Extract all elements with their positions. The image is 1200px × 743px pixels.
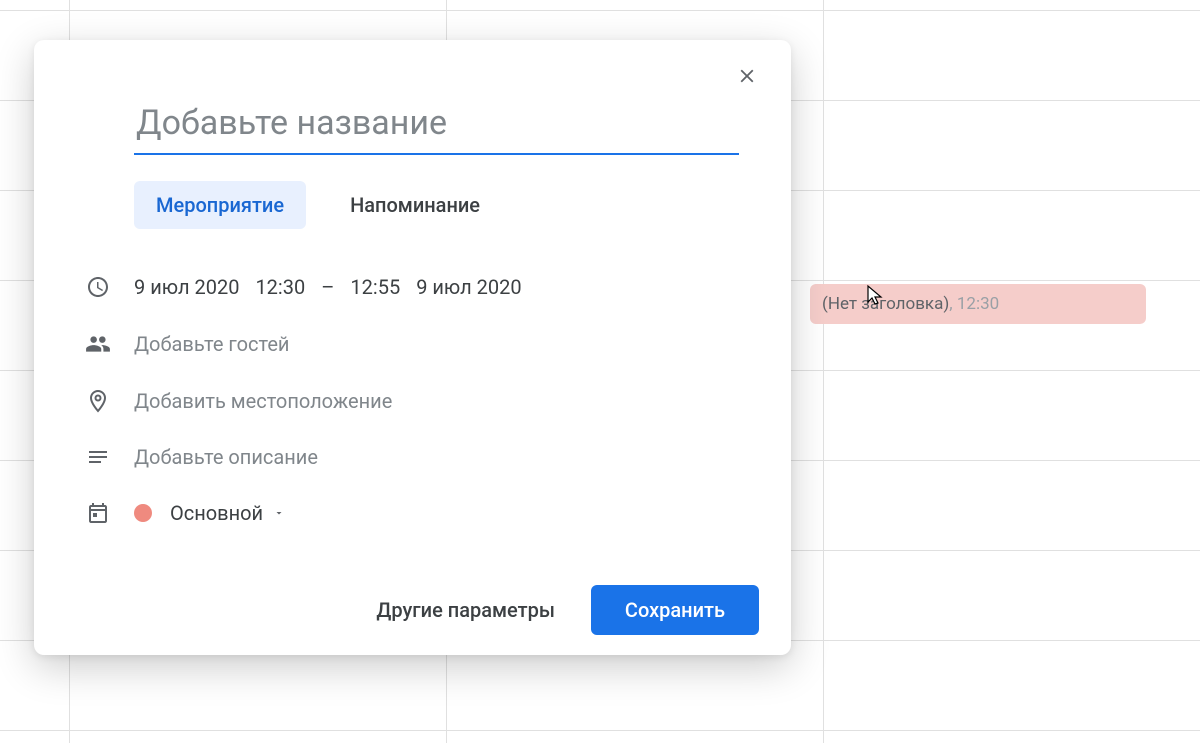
title-input[interactable] xyxy=(134,102,739,155)
calendar-event-block[interactable]: (Нет заголовка), 12:30 xyxy=(810,284,1146,324)
start-time[interactable]: 12:30 xyxy=(255,275,305,299)
close-button[interactable] xyxy=(733,62,761,90)
location-icon xyxy=(74,389,122,413)
end-time[interactable]: 12:55 xyxy=(350,275,400,299)
people-icon xyxy=(74,331,122,357)
more-options-button[interactable]: Другие параметры xyxy=(362,588,569,632)
close-icon xyxy=(736,65,758,87)
location-placeholder: Добавить местоположение xyxy=(134,389,392,413)
calendar-color-dot xyxy=(134,504,152,522)
description-row[interactable]: Добавьте описание xyxy=(74,445,759,469)
calendar-name: Основной xyxy=(170,501,263,525)
event-time: 12:30 xyxy=(957,294,999,314)
event-create-modal: Мероприятие Напоминание 9 июл 2020 12:30… xyxy=(34,40,791,655)
end-date[interactable]: 9 июл 2020 xyxy=(416,275,521,299)
guests-placeholder: Добавьте гостей xyxy=(134,332,289,356)
start-date[interactable]: 9 июл 2020 xyxy=(134,275,239,299)
clock-icon xyxy=(74,275,122,299)
chevron-down-icon xyxy=(273,507,285,519)
tab-reminder[interactable]: Напоминание xyxy=(328,181,502,229)
time-separator: – xyxy=(321,275,334,299)
guests-row[interactable]: Добавьте гостей xyxy=(74,331,759,357)
location-row[interactable]: Добавить местоположение xyxy=(74,389,759,413)
calendar-row[interactable]: Основной xyxy=(74,501,759,525)
save-button[interactable]: Сохранить xyxy=(591,585,759,635)
time-row: 9 июл 2020 12:30 – 12:55 9 июл 2020 xyxy=(74,275,759,299)
calendar-icon xyxy=(74,501,122,525)
event-title: (Нет заголовка) xyxy=(822,294,949,314)
description-placeholder: Добавьте описание xyxy=(134,445,318,469)
notes-icon xyxy=(74,445,122,469)
tab-event[interactable]: Мероприятие xyxy=(134,181,306,229)
